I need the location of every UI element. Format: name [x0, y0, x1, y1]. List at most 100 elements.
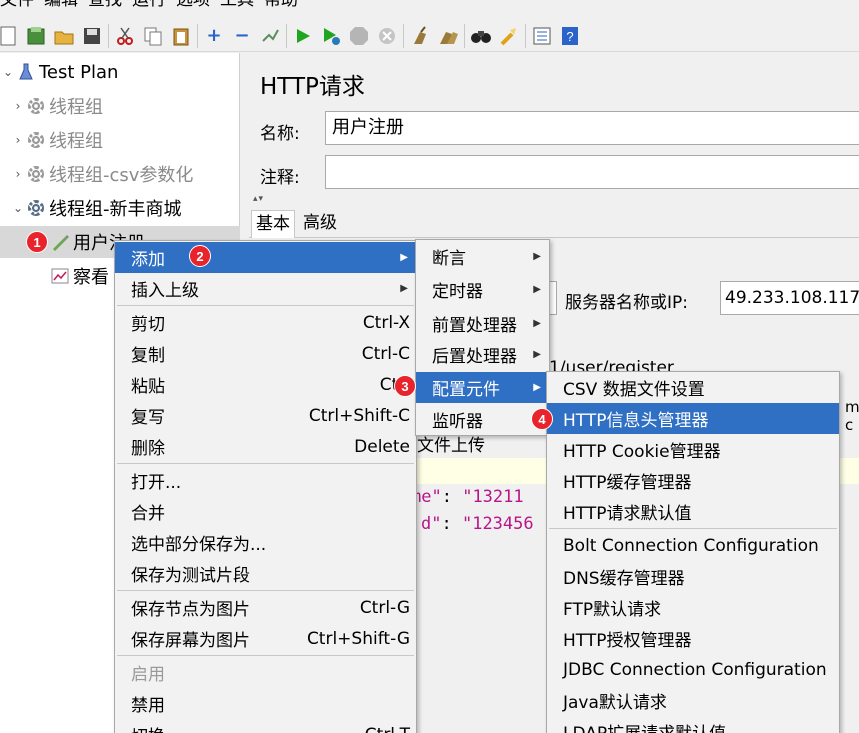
clear-icon[interactable] [408, 23, 432, 49]
toggle-icon[interactable] [258, 23, 282, 49]
menu-item-pre-processors[interactable]: 前置处理器 ▶ [416, 308, 549, 339]
menu-item-http-auth-manager[interactable]: HTTP授权管理器 [547, 623, 839, 654]
menu-item-dns-cache-manager[interactable]: DNS缓存管理器 [547, 561, 839, 592]
menu-item-csv-data-set[interactable]: CSV 数据文件设置 [547, 372, 839, 403]
menu-item-post-processors[interactable]: 后置处理器 ▶ [416, 339, 549, 370]
svg-text:?: ? [566, 29, 573, 44]
collapse-icon[interactable]: − [230, 23, 254, 49]
tree-item-thread-group-1[interactable]: › 线程组 [10, 90, 103, 122]
menu-item-java-defaults[interactable]: Java默认请求 [547, 685, 839, 716]
chevron-right-icon[interactable]: › [10, 133, 26, 147]
tree-item-thread-group-mall[interactable]: ⌄ 线程组-新丰商城 [10, 192, 182, 224]
toolbar: + − ? [0, 20, 859, 52]
tree-item-thread-group-2[interactable]: › 线程组 [10, 124, 103, 156]
step-badge: 3 [394, 375, 416, 397]
menu-item-http-header-manager[interactable]: HTTP信息头管理器 [547, 403, 839, 434]
truncated-text: m-c [845, 398, 859, 434]
tab-advanced[interactable]: 高级 [299, 210, 341, 238]
menu-item-http-cookie-manager[interactable]: HTTP Cookie管理器 [547, 434, 839, 465]
server-field[interactable]: 49.233.108.117 [720, 281, 859, 315]
menu-item-http-request-defaults[interactable]: HTTP请求默认值 [547, 496, 839, 527]
splitter-grip[interactable]: ▴▾ [253, 194, 264, 204]
open-icon[interactable] [52, 23, 76, 49]
chevron-right-icon: ▶ [533, 251, 541, 262]
chevron-right-icon: ▶ [533, 284, 541, 295]
menu-options[interactable]: 选项 [176, 0, 210, 12]
step-badge: 1 [26, 231, 48, 253]
menu-item-ftp-defaults[interactable]: FTP默认请求 [547, 592, 839, 623]
gear-icon [26, 130, 46, 150]
comment-field[interactable] [325, 155, 859, 189]
menu-file[interactable]: 文件 [0, 0, 34, 12]
chevron-right-icon: ▶ [533, 318, 541, 329]
menu-item-add[interactable]: 添加 ▶ [115, 242, 416, 273]
menu-item-listener[interactable]: 监听器▶ [416, 404, 549, 435]
menu-edit[interactable]: 编辑 [44, 0, 78, 12]
chevron-right-icon[interactable]: › [10, 167, 26, 181]
menu-item-assertions[interactable]: 断言 ▶ [416, 241, 549, 272]
templates-icon[interactable] [24, 23, 48, 49]
paste-icon[interactable] [169, 23, 193, 49]
tree-item-test-plan[interactable]: ⌄ Test Plan [0, 56, 119, 88]
menu-item-cut[interactable]: 剪切 Ctrl-X [115, 307, 416, 338]
menu-item-open[interactable]: 打开... [115, 465, 416, 496]
config-element-submenu: CSV 数据文件设置 HTTP信息头管理器 HTTP Cookie管理器 HTT… [546, 371, 840, 733]
menu-item-insert-parent[interactable]: 插入上级 ▶ [115, 273, 416, 304]
menu-item-save-selection[interactable]: 选中部分保存为... [115, 527, 416, 558]
menu-item-save-fragment[interactable]: 保存为测试片段 [115, 558, 416, 589]
chevron-right-icon[interactable]: › [10, 99, 26, 113]
menu-item-duplicate[interactable]: 复写 Ctrl+Shift-C [115, 400, 416, 431]
step-badge: 4 [531, 408, 553, 430]
function-helper-icon[interactable] [530, 23, 554, 49]
json-colon: : [441, 487, 463, 507]
tree-item-thread-group-csv[interactable]: › 线程组-csv参数化 [10, 158, 194, 190]
menu-item-paste[interactable]: 粘贴Ctrl [115, 369, 416, 400]
shutdown-icon[interactable] [375, 23, 399, 49]
menubar: 文件 编辑 查找 运行 选项 工具 帮助 [0, 0, 859, 12]
menu-tools[interactable]: 工具 [220, 0, 254, 12]
start-no-pause-icon[interactable] [319, 23, 343, 49]
menu-item-timer[interactable]: 定时器 ▶ [416, 274, 549, 305]
json-line[interactable]: d": "123456 [421, 514, 534, 534]
reset-search-icon[interactable] [497, 23, 521, 49]
clear-all-icon[interactable] [436, 23, 460, 49]
context-menu: 添加▶ 插入上级▶ 剪切Ctrl-X 复制Ctrl-C 粘贴Ctrl 复写Ctr… [114, 240, 417, 733]
search-icon[interactable] [469, 23, 493, 49]
chevron-right-icon: ▶ [400, 283, 408, 294]
menu-search[interactable]: 查找 [88, 0, 122, 12]
start-icon[interactable] [291, 23, 315, 49]
menu-item-config-element[interactable]: 配置元件 ▶ [416, 372, 549, 403]
copy-icon[interactable] [141, 23, 165, 49]
name-field[interactable]: 用户注册 [325, 111, 859, 145]
tree-item-label: 察看 [73, 267, 109, 288]
menu-help[interactable]: 帮助 [264, 0, 298, 12]
menu-item-toggle[interactable]: 切换Ctrl-T [115, 719, 416, 733]
menu-item-enable[interactable]: 启用 [115, 657, 416, 688]
tab-basic[interactable]: 基本 [251, 210, 295, 238]
chevron-down-icon[interactable]: ⌄ [0, 65, 16, 79]
menu-item-bolt-connection[interactable]: Bolt Connection Configuration [547, 530, 839, 561]
chevron-right-icon: ▶ [400, 252, 408, 263]
menu-item-disable[interactable]: 禁用 [115, 688, 416, 719]
tree-item-label: Test Plan [39, 61, 119, 83]
save-icon[interactable] [80, 23, 104, 49]
chevron-down-icon[interactable]: ⌄ [10, 201, 26, 215]
menu-run[interactable]: 运行 [132, 0, 166, 12]
menu-item-http-cache-manager[interactable]: HTTP缓存管理器 [547, 465, 839, 496]
menu-item-save-node-image[interactable]: 保存节点为图片 Ctrl-G [115, 592, 416, 623]
name-label: 名称: [260, 124, 300, 144]
menu-item-merge[interactable]: 合并 [115, 496, 416, 527]
menu-item-ldap-ext-defaults[interactable]: LDAP扩展请求默认值 [547, 716, 839, 733]
stop-icon[interactable] [347, 23, 371, 49]
menu-item-delete[interactable]: 删除 Delete [115, 431, 416, 462]
menu-item-jdbc-connection[interactable]: JDBC Connection Configuration [547, 654, 839, 685]
new-icon[interactable] [0, 23, 20, 49]
menu-item-copy[interactable]: 复制 Ctrl-C [115, 338, 416, 369]
toolbar-separator [197, 24, 198, 48]
json-line[interactable]: me": "13211 [411, 487, 524, 507]
tree-item-view-results[interactable]: 察看 [50, 260, 109, 292]
menu-item-save-screen-image[interactable]: 保存屏幕为图片 Ctrl+Shift-G [115, 623, 416, 654]
cut-icon[interactable] [113, 23, 137, 49]
help-icon[interactable]: ? [558, 23, 582, 49]
expand-icon[interactable]: + [202, 23, 226, 49]
